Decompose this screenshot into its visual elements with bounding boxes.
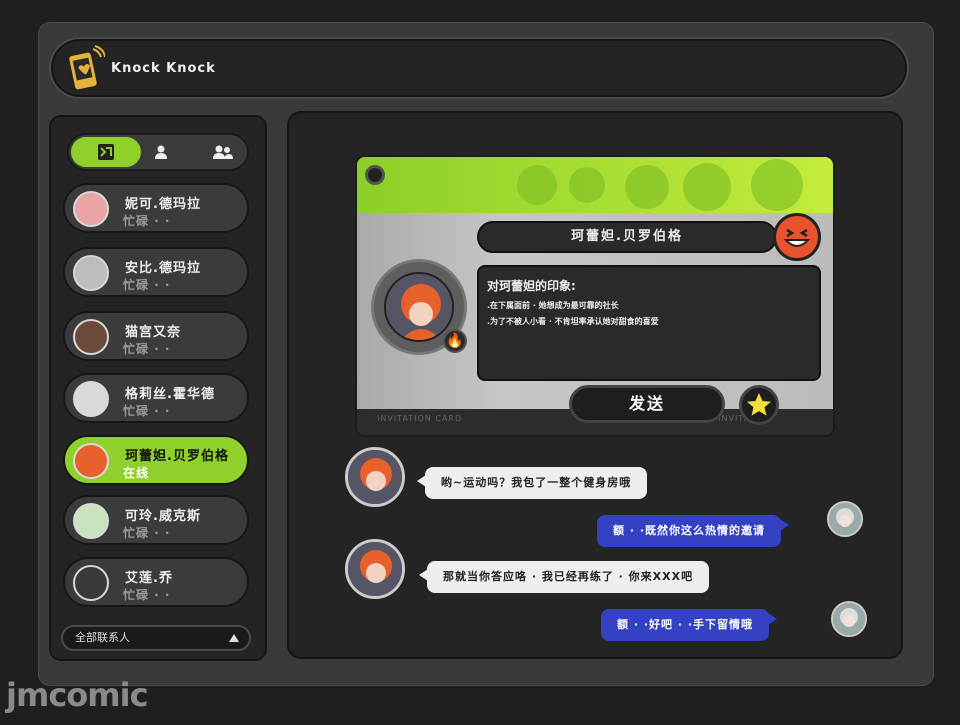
contact-status: 在线 <box>123 466 150 480</box>
user-avatar <box>831 601 867 637</box>
contact-name: 格莉丝.霍华德 <box>125 387 215 402</box>
contact-name: 艾莲.乔 <box>125 571 173 586</box>
triangle-up-icon <box>229 634 239 642</box>
contact-item[interactable]: 珂蕾妲.贝罗伯格 在线 <box>63 435 249 485</box>
contact-status: 忙碌 · · <box>123 214 171 228</box>
impression-box: 对珂蕾妲的印象: .在下属面前 · 她想成为最可靠的社长 .为了不被人小看 · … <box>477 265 821 381</box>
message-bubble-outgoing: 额 · ·好吧 · ·手下留情哦 <box>601 609 778 641</box>
contact-status: 忙碌 · · <box>123 342 171 356</box>
watermark: jmcomic <box>6 676 149 714</box>
message-bubble-incoming: 哟~运动吗？我包了一整个健身房哦 <box>416 467 648 499</box>
contact-status: 忙碌 · · <box>123 278 171 292</box>
message-bubble-outgoing: 额 · ·既然你这么热情的邀请 <box>597 515 790 547</box>
person-icon <box>155 145 167 159</box>
contact-avatar <box>73 503 109 539</box>
contact-avatar <box>73 381 109 417</box>
card-contact-name: 珂蕾妲.贝罗伯格 <box>477 221 777 253</box>
fire-icon: 🔥 <box>443 329 467 353</box>
contact-status: 忙碌 · · <box>123 588 171 602</box>
contact-avatar <box>345 447 405 507</box>
app-title: Knock Knock <box>111 61 216 76</box>
smiley-pattern-icon <box>517 159 803 211</box>
contact-item[interactable]: 猫宫又奈忙碌 · · <box>63 311 249 361</box>
invitation-card: INVITATION CARD INVITATION 珂蕾妲.贝罗伯格 🔥 对珂… <box>355 155 835 437</box>
star-icon <box>747 393 771 416</box>
contacts-sidebar: 妮可.德玛拉 忙碌 · · 安比.德玛拉 忙碌 · · 猫宫又奈 忙碌 · · 格莉丝.霍华… <box>49 115 267 661</box>
impression-line: .为了不被人小看 · 不肯坦率承认她对甜食的喜爱 <box>487 317 659 326</box>
user-avatar <box>827 501 863 537</box>
contact-item[interactable]: 艾莲.乔忙碌 · · <box>63 557 249 607</box>
contact-name: 可玲.威克斯 <box>125 509 201 524</box>
all-contacts-dropdown[interactable]: 全部联系人 <box>61 625 251 651</box>
contact-item[interactable]: 妮可.德玛拉 忙碌 · · <box>63 183 249 233</box>
impression-title: 对珂蕾妲的印象: <box>487 279 576 293</box>
group-icon <box>213 145 233 159</box>
card-corner-dot-icon <box>365 165 385 185</box>
all-contacts-label: 全部联系人 <box>75 631 130 644</box>
send-button[interactable]: 发送 <box>569 385 725 423</box>
app-window: Knock Knock 妮可.德玛拉 忙碌 · · 安比.德玛拉 忙碌 · · 猫宫又奈… <box>38 22 934 686</box>
contact-avatar <box>73 191 109 227</box>
impression-line: .在下属面前 · 她想成为最可靠的社长 <box>487 301 619 310</box>
contact-avatar <box>345 539 405 599</box>
contact-avatar <box>73 255 109 291</box>
app-header: Knock Knock <box>49 37 909 99</box>
phone-heart-logo-icon <box>67 45 105 92</box>
contact-item[interactable]: 安比.德玛拉 忙碌 · · <box>63 247 249 297</box>
contact-name: 珂蕾妲.贝罗伯格 <box>125 449 229 464</box>
sidebar-tabs <box>67 133 249 171</box>
contact-avatar <box>73 443 109 479</box>
tab-friends[interactable] <box>131 137 191 167</box>
contact-item[interactable]: 可玲.威克斯 忙碌 · · <box>63 495 249 545</box>
contact-avatar <box>73 319 109 355</box>
contact-status: 忙碌 · · <box>123 404 171 418</box>
tab-groups[interactable] <box>193 137 253 167</box>
message-bubble-incoming: 那就当你答应咯 · 我已经再练了 · 你来XXX吧 <box>418 561 710 593</box>
contact-name: 妮可.德玛拉 <box>125 197 201 212</box>
card-footer-left: INVITATION CARD <box>377 414 463 423</box>
chat-icon <box>98 144 114 160</box>
laughing-face-icon <box>773 213 821 261</box>
contact-name: 安比.德玛拉 <box>125 261 201 276</box>
card-header-banner <box>357 157 833 213</box>
contact-avatar <box>73 565 109 601</box>
star-button[interactable] <box>739 385 779 425</box>
contact-item[interactable]: 格莉丝.霍华德 忙碌 · · <box>63 373 249 423</box>
contact-status: 忙碌 · · <box>123 526 171 540</box>
card-avatar <box>384 272 454 342</box>
contact-name: 猫宫又奈 <box>125 325 182 340</box>
chat-panel: INVITATION CARD INVITATION 珂蕾妲.贝罗伯格 🔥 对珂… <box>287 111 903 659</box>
